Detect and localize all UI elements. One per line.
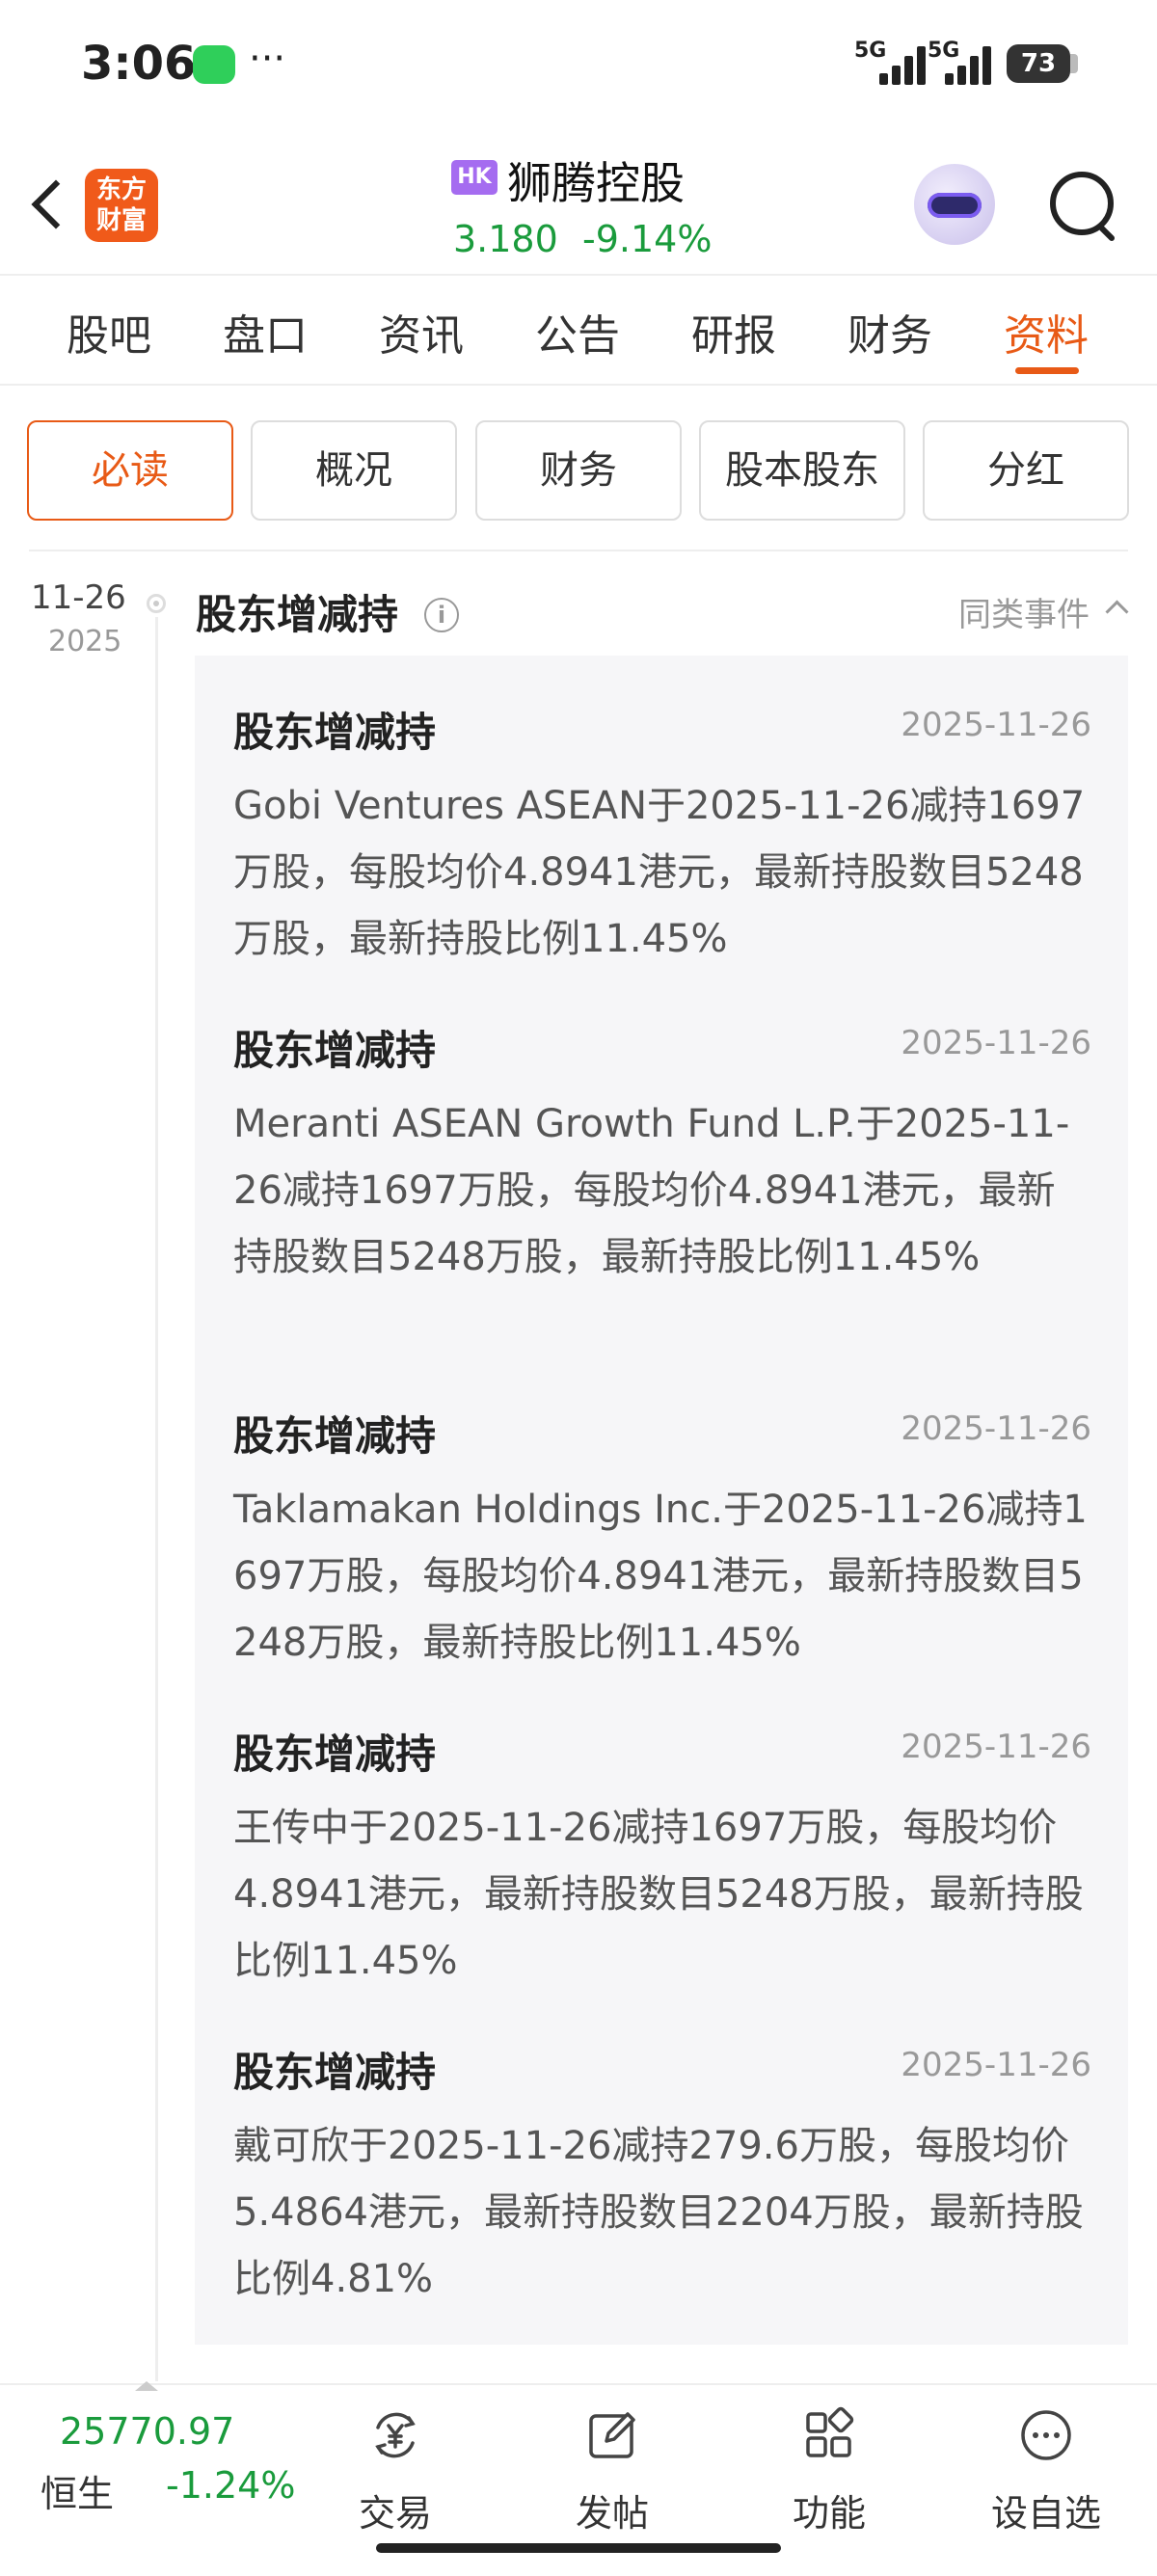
more-circle-icon <box>1021 2410 1071 2460</box>
events-panel: 股东增减持 2025-11-26 Gobi Ventures ASEAN于202… <box>195 656 1128 2345</box>
back-arrow-icon[interactable] <box>21 174 79 241</box>
section-title: 股东增减持 <box>196 591 399 638</box>
hang-seng-index-change[interactable]: -1.24% <box>166 2464 295 2507</box>
timeline-year: 2025 <box>48 625 122 658</box>
timeline-line <box>155 617 158 2381</box>
main-tabs: 股吧 盘口 资讯 公告 研报 财务 资料 <box>0 276 1157 384</box>
event-title: 股东增减持 <box>233 1027 437 1074</box>
subtab-shareholders[interactable]: 股本股东 <box>699 420 905 521</box>
signal-bars-icon <box>879 42 933 85</box>
search-icon[interactable] <box>1046 170 1119 247</box>
tab-research[interactable]: 研报 <box>676 301 792 362</box>
stock-header: 东方 财富 HK 狮腾控股 3.180 -9.14% <box>0 135 1157 275</box>
nav-trade-button[interactable]: 交易 <box>318 2397 472 2535</box>
home-indicator[interactable] <box>376 2543 781 2553</box>
nav-functions-button[interactable]: 功能 <box>752 2397 906 2535</box>
nav-add-watchlist-label: 设自选 <box>990 2492 1101 2535</box>
subtab-must-read[interactable]: 必读 <box>27 420 233 521</box>
active-tab-indicator <box>1015 367 1079 374</box>
event-title: 股东增减持 <box>233 709 437 756</box>
subtabs-divider <box>29 550 1128 551</box>
battery-tip <box>1070 54 1078 73</box>
tab-pankou[interactable]: 盘口 <box>207 301 323 362</box>
tab-news[interactable]: 资讯 <box>363 301 479 362</box>
hang-seng-index-name[interactable]: 恒生 <box>40 2464 114 2517</box>
event-title: 股东增减持 <box>233 1731 437 1778</box>
chevron-up-icon[interactable] <box>1105 600 1129 624</box>
status-time: 3:06 <box>81 37 197 91</box>
stock-price: 3.180 <box>453 218 558 260</box>
event-date: 2025-11-26 <box>901 706 1091 744</box>
event-body: 王传中于2025-11-26减持1697万股，每股均价4.8941港元，最新持股… <box>233 1806 1084 1983</box>
subtab-finance[interactable]: 财务 <box>475 420 682 521</box>
event-date: 2025-11-26 <box>901 1728 1091 1766</box>
tab-guba[interactable]: 股吧 <box>51 301 167 362</box>
stock-name[interactable]: 狮腾控股 <box>507 148 685 212</box>
nav-trade-label: 交易 <box>358 2492 432 2535</box>
event-title: 股东增减持 <box>233 2049 437 2096</box>
event-date: 2025-11-26 <box>901 1024 1091 1062</box>
battery-icon: 73 <box>1007 44 1070 83</box>
market-badge: HK <box>451 160 498 195</box>
nav-post-label: 发帖 <box>575 2492 649 2535</box>
similar-events-toggle[interactable]: 同类事件 <box>958 588 1090 635</box>
timeline-date: 11-26 <box>31 578 126 617</box>
event-title: 股东增减持 <box>233 1412 437 1460</box>
status-bar: 3:06 ··· 5G 5G 73 <box>0 0 1157 135</box>
caret-up-icon <box>135 2381 158 2391</box>
event-body: Meranti ASEAN Growth Fund L.P.于2025-11-2… <box>233 1102 1070 1279</box>
timeline-dot-icon <box>147 594 166 613</box>
hang-seng-index-value[interactable]: 25770.97 <box>60 2410 234 2453</box>
stock-change-pct: -9.14% <box>582 218 713 260</box>
event-body: Taklamakan Holdings Inc.于2025-11-26减持169… <box>233 1488 1088 1665</box>
event-body: 戴可欣于2025-11-26减持279.6万股，每股均价5.4864港元，最新持… <box>233 2124 1084 2301</box>
nav-functions-label: 功能 <box>792 2492 866 2535</box>
signal-bars-2-icon <box>945 42 999 85</box>
nav-post-button[interactable]: 发帖 <box>535 2397 689 2535</box>
event-date: 2025-11-26 <box>901 1409 1091 1448</box>
app-logo-text: 东方 财富 <box>95 175 147 235</box>
nav-add-watchlist-button[interactable]: 设自选 <box>969 2397 1123 2535</box>
tabs-divider <box>0 384 1157 386</box>
tab-finance[interactable]: 财务 <box>832 301 948 362</box>
subtab-dividends[interactable]: 分红 <box>923 420 1129 521</box>
ai-assistant-robot-icon[interactable] <box>914 164 995 245</box>
edit-post-icon <box>589 2412 635 2458</box>
tab-profile[interactable]: 资料 <box>988 301 1104 362</box>
message-notification-icon <box>193 45 235 84</box>
app-logo[interactable]: 东方 财富 <box>85 169 158 242</box>
info-icon[interactable]: i <box>424 598 459 632</box>
yen-exchange-icon <box>375 2412 416 2458</box>
tab-announcements[interactable]: 公告 <box>520 301 635 362</box>
grid-apps-icon <box>806 2406 854 2457</box>
event-date: 2025-11-26 <box>901 2046 1091 2084</box>
event-body: Gobi Ventures ASEAN于2025-11-26减持1697万股，每… <box>233 784 1086 961</box>
more-notifications-icon: ··· <box>249 37 286 81</box>
subtab-overview[interactable]: 概况 <box>251 420 457 521</box>
